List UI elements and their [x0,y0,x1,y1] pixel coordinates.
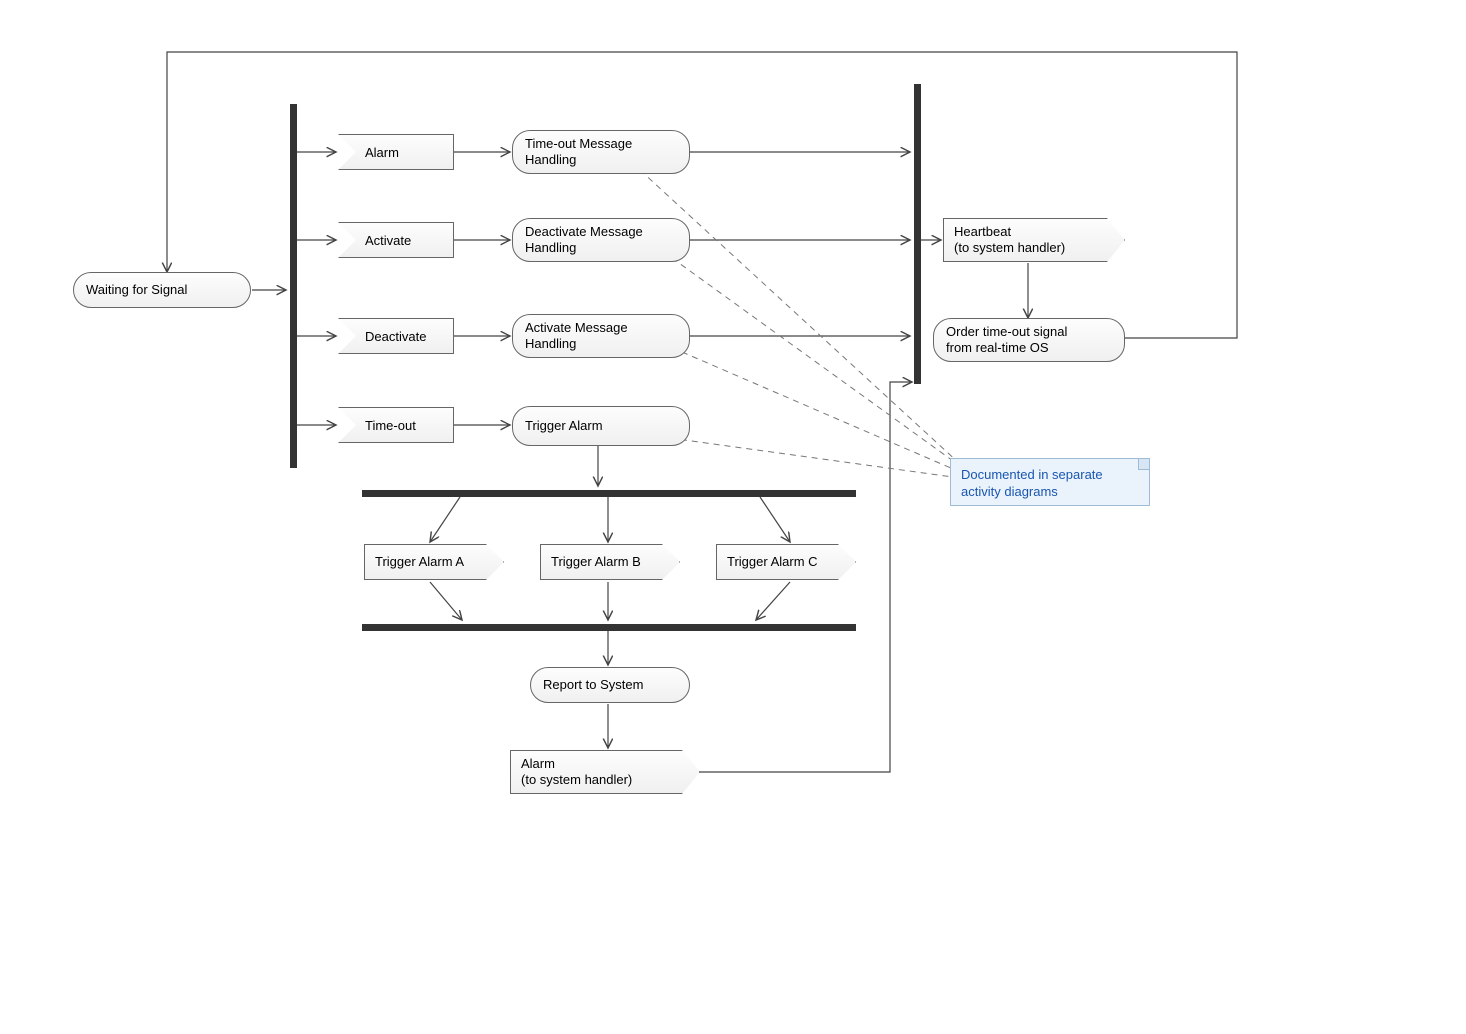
receive-deactivate: Deactivate [338,318,454,354]
fork-bar-1 [290,104,297,468]
receive-activate: Activate [338,222,454,258]
send-trigger-alarm-b: Trigger Alarm B [540,544,680,580]
label: Heartbeat (to system handler) [954,224,1065,257]
edge-layer [0,0,1466,1034]
activity-timeout-handling: Time-out Message Handling [512,130,690,174]
uml-activity-diagram: Waiting for Signal Alarm Activate Deacti… [0,0,1466,1034]
label: Order time-out signal from real-time OS [946,324,1067,357]
label: Trigger Alarm [525,418,603,434]
label: Time-out [365,418,416,433]
join-bar-horizontal [362,624,856,631]
receive-timeout: Time-out [338,407,454,443]
label: Alarm (to system handler) [521,756,632,789]
label: Deactivate Message Handling [525,224,643,257]
label: Deactivate [365,329,426,344]
note-documented-separate: Documented in separate activity diagrams [950,458,1150,506]
label: Alarm [365,145,399,160]
send-trigger-alarm-c: Trigger Alarm C [716,544,856,580]
label: Report to System [543,677,643,693]
activity-deactivate-handling: Deactivate Message Handling [512,218,690,262]
label: Activate [365,233,411,248]
send-trigger-alarm-a: Trigger Alarm A [364,544,504,580]
activity-waiting-for-signal: Waiting for Signal [73,272,251,308]
activity-activate-handling: Activate Message Handling [512,314,690,358]
label: Documented in separate activity diagrams [961,467,1103,499]
label: Waiting for Signal [86,282,187,298]
label: Trigger Alarm C [727,554,818,570]
label: Time-out Message Handling [525,136,632,169]
fork-bar-horizontal [362,490,856,497]
activity-report-to-system: Report to System [530,667,690,703]
activity-trigger-alarm: Trigger Alarm [512,406,690,446]
label: Trigger Alarm B [551,554,641,570]
send-heartbeat: Heartbeat (to system handler) [943,218,1125,262]
join-bar-2 [914,84,921,384]
label: Trigger Alarm A [375,554,464,570]
send-alarm-out: Alarm (to system handler) [510,750,700,794]
receive-alarm: Alarm [338,134,454,170]
label: Activate Message Handling [525,320,628,353]
activity-order-timeout: Order time-out signal from real-time OS [933,318,1125,362]
